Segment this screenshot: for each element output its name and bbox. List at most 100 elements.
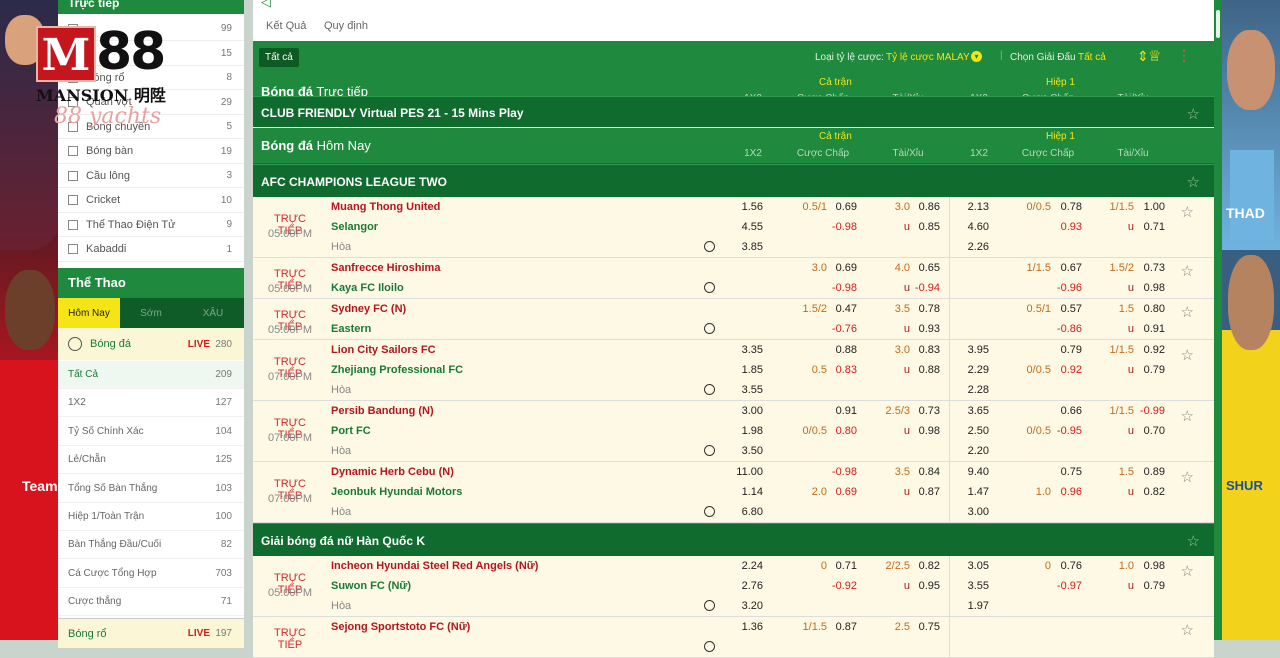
ou-odds-over[interactable]: 0.75 <box>910 621 940 633</box>
team-away[interactable]: Selangor <box>331 221 378 233</box>
ou-odds-over[interactable]: 0.86 <box>910 201 940 213</box>
league-row-live[interactable]: CLUB FRIENDLY Virtual PES 21 - 15 Mins P… <box>253 96 1214 127</box>
sidebar-item-live[interactable]: Cầu lông 3 <box>58 164 244 188</box>
announcement-icon[interactable]: ◁ <box>261 0 271 10</box>
odds-1x2-h1[interactable]: 1.47 <box>949 486 989 498</box>
odds-1x2[interactable]: 3.00 <box>723 405 763 417</box>
league-select[interactable]: Tất cả <box>1078 52 1106 63</box>
stats-icon[interactable] <box>704 600 715 611</box>
team-home[interactable]: Sanfrecce Hiroshima <box>331 262 440 274</box>
odds-1x2[interactable]: 1.85 <box>723 364 763 376</box>
stats-icon[interactable] <box>704 323 715 334</box>
ou-odds-under-h1[interactable]: 0.70 <box>1135 425 1165 437</box>
odds-1x2[interactable]: 1.36 <box>723 621 763 633</box>
trophy-icon[interactable]: ♕ <box>1148 47 1161 65</box>
sidebar-subitem[interactable]: 1X2 127 <box>58 389 244 418</box>
stats-icon[interactable] <box>704 282 715 293</box>
sidebar-subitem[interactable]: Tất Cả 209 <box>58 361 244 389</box>
odds-1x2[interactable]: 1.98 <box>723 425 763 437</box>
odds-1x2-h1[interactable]: 2.13 <box>949 201 989 213</box>
match-row[interactable]: TRỰC TIẾP 07:00PM Persib Bandung (N) Port F… <box>253 401 1214 462</box>
handicap-odds-home[interactable]: 0.88 <box>827 344 857 356</box>
odds-1x2-h1[interactable]: 2.50 <box>949 425 989 437</box>
favorite-star-icon[interactable]: ☆ <box>1181 303 1194 321</box>
ou-odds-over-h1[interactable]: 0.98 <box>1135 560 1165 572</box>
checkbox[interactable] <box>68 195 78 205</box>
handicap-odds-home[interactable]: 0.69 <box>827 262 857 274</box>
team-home[interactable]: Sejong Sportstoto FC (Nữ) <box>331 621 470 633</box>
handicap-odds-away-h1[interactable]: 0.92 <box>1051 364 1082 376</box>
odds-1x2-h1[interactable]: 3.95 <box>949 344 989 356</box>
favorite-star-icon[interactable]: ☆ <box>1181 346 1194 364</box>
tab-results[interactable]: Kết Quả <box>266 20 306 32</box>
handicap-odds-home[interactable]: 0.87 <box>827 621 857 633</box>
match-row[interactable]: TRỰC TIẾP 05:00PM Sanfrecce Hiroshima Kaya … <box>253 258 1214 299</box>
ou-odds-over-h1[interactable]: 0.92 <box>1135 344 1165 356</box>
ou-odds-over[interactable]: 0.73 <box>910 405 940 417</box>
sidebar-subitem[interactable]: Bàn Thắng Đầu/Cuối 82 <box>58 531 244 560</box>
ou-odds-under[interactable]: -0.94 <box>910 282 940 294</box>
ou-odds-under-h1[interactable]: 0.79 <box>1135 364 1165 376</box>
team-home[interactable]: Muang Thong United <box>331 201 440 213</box>
odds-1x2[interactable]: 2.24 <box>723 560 763 572</box>
ou-odds-under[interactable]: 0.95 <box>910 580 940 592</box>
handicap-odds-home-h1[interactable]: 0.66 <box>1051 405 1082 417</box>
handicap-odds-home-h1[interactable]: 0.57 <box>1051 303 1082 315</box>
checkbox[interactable] <box>68 170 78 181</box>
odds-1x2-h1[interactable]: 3.00 <box>949 506 989 518</box>
odds-1x2-h1[interactable]: 9.40 <box>949 466 989 478</box>
team-home[interactable]: Dynamic Herb Cebu (N) <box>331 466 454 478</box>
ou-odds-under[interactable]: 0.87 <box>910 486 940 498</box>
sidebar-subitem[interactable]: Tỷ Số Chính Xác 104 <box>58 418 244 446</box>
match-row[interactable]: TRỰC TIẾP 05:00PM Sydney FC (N) Eastern 1.5/… <box>253 299 1214 340</box>
odds-1x2-h1[interactable]: 3.55 <box>949 580 989 592</box>
match-row[interactable]: TRỰC TIẾP 05:00PM Muang Thong United Selang… <box>253 197 1214 258</box>
match-row[interactable]: TRỰC TIẾP Sejong Sportstoto FC (Nữ) 1.36 1/… <box>253 617 1214 658</box>
handicap-odds-home[interactable]: -0.98 <box>827 466 857 478</box>
favorite-star-icon[interactable]: ☆ <box>1181 262 1194 280</box>
handicap-odds-away[interactable]: -0.92 <box>827 580 857 592</box>
sidebar-subitem[interactable]: Lẻ/Chẵn 125 <box>58 446 244 475</box>
checkbox[interactable] <box>68 244 78 254</box>
match-row[interactable]: TRỰC TIẾP 07:00PM Dynamic Herb Cebu (N) Jeo… <box>253 462 1214 523</box>
handicap-odds-away-h1[interactable]: -0.86 <box>1051 323 1082 335</box>
favorite-star-icon[interactable]: ☆ <box>1181 407 1194 425</box>
odds-1x2-h1[interactable]: 2.28 <box>949 384 989 396</box>
odds-1x2[interactable]: 2.76 <box>723 580 763 592</box>
team-away[interactable]: Kaya FC Iloilo <box>331 282 404 294</box>
sidebar-subitem[interactable]: Tổng Số Bàn Thắng 103 <box>58 475 244 503</box>
ou-odds-over-h1[interactable]: 0.80 <box>1135 303 1165 315</box>
odds-1x2-h1[interactable]: 2.20 <box>949 445 989 457</box>
odds-type-select[interactable]: Tỷ lệ cược MALAY <box>886 52 970 63</box>
team-home[interactable]: Incheon Hyundai Steel Red Angels (Nữ) <box>331 560 538 572</box>
team-away[interactable]: Suwon FC (Nữ) <box>331 580 411 592</box>
stats-icon[interactable] <box>704 384 715 395</box>
tab-rules[interactable]: Quy định <box>324 20 368 32</box>
handicap-odds-away-h1[interactable]: -0.97 <box>1051 580 1082 592</box>
sidebar-item-live[interactable]: Thể Thao Điện Tử 9 <box>58 213 244 237</box>
team-home[interactable]: Lion City Sailors FC <box>331 344 436 356</box>
ou-odds-under-h1[interactable]: 0.98 <box>1135 282 1165 294</box>
ou-odds-under-h1[interactable]: 0.79 <box>1135 580 1165 592</box>
handicap-odds-home-h1[interactable]: 0.75 <box>1051 466 1082 478</box>
star-icon[interactable]: ☆ <box>1187 173 1200 191</box>
sidebar-subitem[interactable]: Cá Cược Tổng Hợp 703 <box>58 560 244 588</box>
scrollbar-thumb[interactable] <box>1216 10 1220 38</box>
handicap-odds-away[interactable]: -0.76 <box>827 323 857 335</box>
handicap-odds-home[interactable]: 0.47 <box>827 303 857 315</box>
favorite-star-icon[interactable]: ☆ <box>1181 562 1194 580</box>
ou-odds-over-h1[interactable]: 0.73 <box>1135 262 1165 274</box>
team-away[interactable]: Jeonbuk Hyundai Motors <box>331 486 462 498</box>
odds-1x2[interactable]: 1.56 <box>723 201 763 213</box>
stats-icon[interactable] <box>704 641 715 652</box>
ou-odds-over-h1[interactable]: 1.00 <box>1135 201 1165 213</box>
odds-1x2[interactable]: 3.50 <box>723 445 763 457</box>
odds-1x2[interactable]: 4.55 <box>723 221 763 233</box>
handicap-odds-home-h1[interactable]: 0.67 <box>1051 262 1082 274</box>
ou-odds-over[interactable]: 0.82 <box>910 560 940 572</box>
odds-1x2-h1[interactable]: 4.60 <box>949 221 989 233</box>
handicap-odds-home-h1[interactable]: 0.79 <box>1051 344 1082 356</box>
handicap-odds-away-h1[interactable]: 0.93 <box>1051 221 1082 233</box>
odds-1x2[interactable]: 1.14 <box>723 486 763 498</box>
handicap-odds-away[interactable]: -0.98 <box>827 282 857 294</box>
